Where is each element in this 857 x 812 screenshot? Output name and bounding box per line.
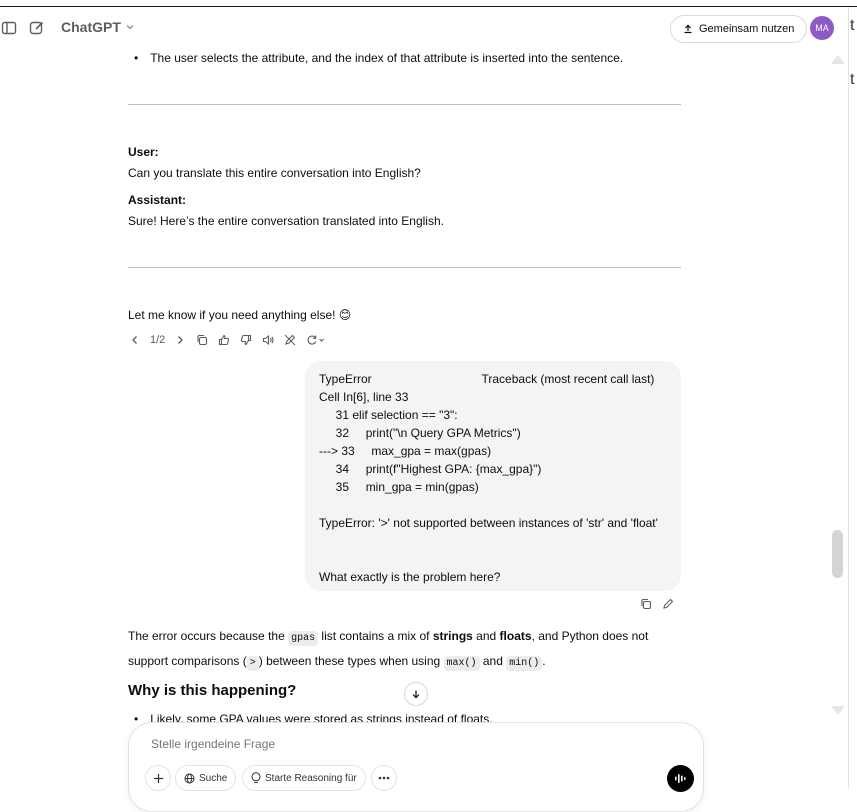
- top-bar: ChatGPT Gemeinsam nutzen MA: [0, 7, 848, 50]
- divider: [128, 267, 681, 268]
- inline-code: >: [246, 656, 259, 671]
- new-chat-icon[interactable]: [28, 19, 46, 37]
- message-line: ---> 33 max_gpa = max(gpas): [319, 444, 492, 458]
- message-line: What exactly is the problem here?: [319, 570, 501, 584]
- assistant-text: Sure! Here’s the entire conversation tra…: [128, 214, 444, 228]
- chevron-left-icon[interactable]: [128, 333, 142, 347]
- list-item: • The user selects the attribute, and th…: [134, 51, 623, 65]
- more-tools-button[interactable]: [371, 765, 397, 791]
- plus-icon: [153, 773, 163, 783]
- answer-text: .: [542, 654, 546, 668]
- sidebar-toggle-icon[interactable]: [0, 19, 18, 37]
- chevron-right-icon[interactable]: [173, 333, 187, 347]
- message-line: 32 print("\n Query GPA Metrics"): [319, 426, 521, 440]
- share-button[interactable]: Gemeinsam nutzen: [670, 15, 808, 43]
- more-dots-icon: [378, 776, 390, 780]
- closing-text: Let me know if you need anything else! 😊: [128, 308, 352, 322]
- thumbs-up-icon[interactable]: [217, 333, 231, 347]
- assistant-label: Assistant:: [128, 193, 187, 207]
- read-aloud-icon[interactable]: [261, 333, 275, 347]
- scroll-down-arrow[interactable]: [831, 706, 845, 715]
- user-message-actions: [640, 598, 674, 613]
- answer-text: list contains a mix of: [318, 629, 433, 643]
- section-heading: Why is this happening?: [128, 682, 297, 699]
- inline-code: gpas: [288, 631, 319, 646]
- answer-text: ) between these types when using: [258, 654, 444, 668]
- search-button[interactable]: Suche: [175, 765, 237, 791]
- message-line: 31 elif selection == "3":: [319, 408, 458, 422]
- scroll-to-bottom-button[interactable]: [404, 682, 428, 706]
- bullet-dot: •: [134, 51, 139, 65]
- avatar[interactable]: MA: [810, 16, 834, 40]
- model-name: ChatGPT: [61, 19, 121, 35]
- adjacent-window-edge: t t: [848, 7, 857, 789]
- edge-glyph: t: [850, 17, 855, 34]
- message-line: TypeError Traceback (most recent call la…: [319, 372, 655, 386]
- share-label: Gemeinsam nutzen: [699, 23, 795, 35]
- message-composer: Suche Starte Reasoning für: [128, 722, 704, 812]
- user-message-bubble: TypeError Traceback (most recent call la…: [305, 361, 681, 591]
- answer-text: and: [472, 629, 500, 643]
- inline-code: min(): [506, 656, 543, 671]
- message-line: [319, 532, 667, 550]
- edge-glyph: t: [850, 71, 855, 88]
- user-label: User:: [128, 145, 159, 159]
- inline-code: max(): [443, 656, 480, 671]
- chevron-down-icon: [126, 25, 134, 30]
- message-line: 34 print(f"Highest GPA: {max_gpa}"): [319, 462, 542, 476]
- lightbulb-icon: [251, 772, 261, 783]
- reasoning-label: Starte Reasoning für: [265, 772, 357, 784]
- scrollbar-thumb[interactable]: [832, 530, 843, 578]
- attach-button[interactable]: [145, 765, 171, 791]
- edit-pencil-icon[interactable]: [662, 598, 674, 613]
- copy-icon[interactable]: [640, 598, 652, 613]
- model-selector[interactable]: ChatGPT: [61, 19, 135, 35]
- bullet-dot: •: [134, 712, 139, 726]
- voice-waveform-icon: [675, 774, 686, 783]
- pager-text: 1/2: [150, 334, 166, 346]
- message-line: [319, 496, 667, 514]
- message-line: [319, 550, 667, 568]
- prompt-input[interactable]: [149, 736, 649, 752]
- answer-text: and: [479, 654, 507, 668]
- reasoning-button[interactable]: Starte Reasoning für: [242, 765, 366, 791]
- response-actions: 1/2: [128, 333, 327, 347]
- copy-icon[interactable]: [195, 333, 209, 347]
- globe-icon: [184, 773, 195, 783]
- message-line: Cell In[6], line 33: [319, 390, 409, 404]
- arrow-down-icon: [412, 690, 420, 699]
- message-line: 35 min_gpa = min(gpas): [319, 480, 479, 494]
- answer-paragraph: The error occurs because the gpas list c…: [128, 625, 668, 675]
- upload-icon: [684, 24, 692, 34]
- edit-canvas-icon[interactable]: [283, 333, 297, 347]
- search-label: Suche: [199, 772, 228, 784]
- list-item-text: The user selects the attribute, and the …: [150, 51, 624, 65]
- message-line: TypeError: '>' not supported between ins…: [319, 516, 658, 530]
- user-text: Can you translate this entire conversati…: [128, 166, 421, 180]
- divider: [128, 104, 681, 105]
- regenerate-icon[interactable]: [305, 333, 327, 347]
- voice-mode-button[interactable]: [667, 765, 694, 792]
- answer-text: The error occurs because the: [128, 629, 289, 643]
- thumbs-down-icon[interactable]: [239, 333, 253, 347]
- scroll-up-arrow[interactable]: [831, 55, 845, 64]
- emphasis: floats: [499, 629, 532, 643]
- emphasis: strings: [432, 629, 473, 643]
